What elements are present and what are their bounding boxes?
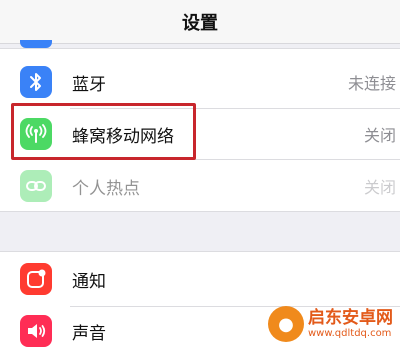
personal-hotspot-status: 关闭 (363, 178, 396, 197)
settings-screen: 设置 蓝牙 未连接 蜂窝移动网络 关闭 个人热点 关闭 通知 声音 ● 启东安卓… (0, 0, 400, 350)
settings-row-notifications[interactable]: 通知 (0, 252, 400, 306)
cellular-status: 关闭 (363, 126, 396, 145)
cellular-antenna-icon (20, 118, 52, 150)
watermark-title: 启东安卓网 (308, 308, 393, 329)
bluetooth-label: 蓝牙 (72, 74, 106, 95)
watermark-url: www.qdltdq.com (308, 327, 392, 339)
settings-group-connectivity: 蓝牙 未连接 蜂窝移动网络 关闭 个人热点 关闭 (0, 48, 400, 212)
bluetooth-icon (20, 66, 52, 98)
navigation-bar: 设置 (0, 0, 400, 44)
personal-hotspot-icon (20, 170, 52, 202)
cellular-label: 蜂窝移动网络 (72, 126, 174, 147)
personal-hotspot-label: 个人热点 (72, 178, 140, 199)
settings-row-cellular[interactable]: 蜂窝移动网络 关闭 (0, 107, 400, 161)
notifications-label: 通知 (72, 271, 106, 292)
settings-row-personal-hotspot[interactable]: 个人热点 关闭 (0, 159, 400, 213)
sounds-label: 声音 (72, 323, 106, 344)
cutoff-row-icon (20, 40, 52, 48)
watermark-logo-icon: ● (268, 306, 304, 342)
sounds-icon (20, 315, 52, 347)
site-watermark: ● 启东安卓网 www.qdltdq.com (268, 300, 396, 348)
page-title: 设置 (182, 12, 218, 34)
notifications-icon (20, 263, 52, 295)
bluetooth-status: 未连接 (347, 74, 396, 93)
settings-row-bluetooth[interactable]: 蓝牙 未连接 (0, 55, 400, 109)
